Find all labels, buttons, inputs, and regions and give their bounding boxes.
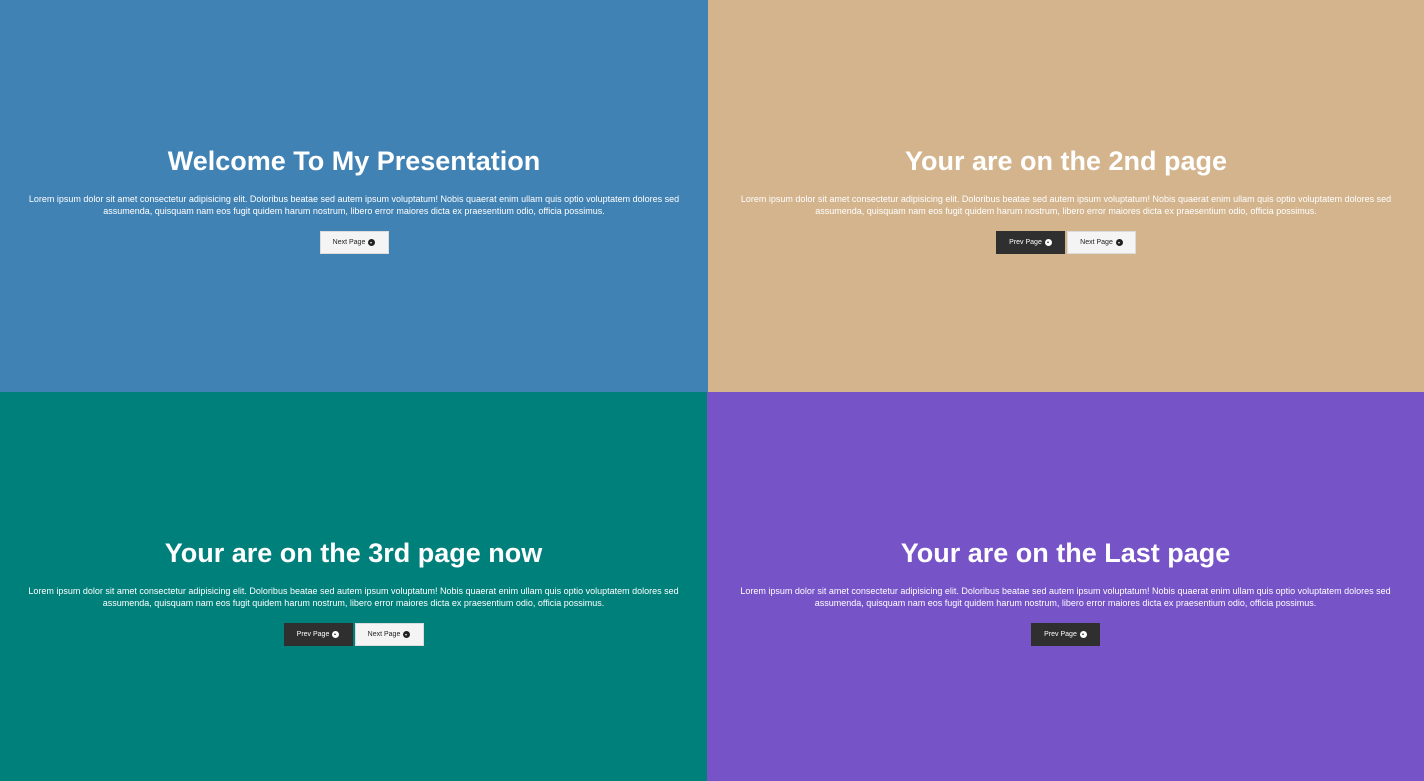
page-3-text: Lorem ipsum dolor sit amet consectetur a… <box>28 586 679 608</box>
page-3-nav: Prev Page Next Page <box>18 623 689 646</box>
next-page-label: Next Page <box>1080 239 1113 246</box>
page-4-title: Your are on the Last page <box>900 538 1231 568</box>
page-1-title: Welcome To My Presentation <box>167 146 541 176</box>
next-page-button[interactable]: Next Page <box>1067 231 1136 254</box>
page-2-content: Your are on the 2nd page Lorem ipsum dol… <box>708 144 1424 254</box>
page-3-title: Your are on the 3rd page now <box>164 538 543 568</box>
presentation-grid: Welcome To My Presentation Lorem ipsum d… <box>0 0 1424 781</box>
prev-page-label: Prev Page <box>1009 239 1042 246</box>
next-page-label: Next Page <box>367 631 401 638</box>
prev-page-label: Prev Page <box>296 631 330 638</box>
page-4-text: Lorem ipsum dolor sit amet consectetur a… <box>740 586 1391 608</box>
prev-page-label: Prev Page <box>1044 631 1077 638</box>
page-4-content: Your are on the Last page Lorem ipsum do… <box>707 536 1424 646</box>
page-4-section: Your are on the Last page Lorem ipsum do… <box>707 392 1424 781</box>
page-1-nav: Next Page <box>18 231 690 254</box>
page-1-content: Welcome To My Presentation Lorem ipsum d… <box>0 144 708 254</box>
page-2-section: Your are on the 2nd page Lorem ipsum dol… <box>708 0 1424 392</box>
arrow-circle-up-icon <box>332 631 340 638</box>
page-2-title: Your are on the 2nd page <box>904 146 1228 176</box>
next-page-button[interactable]: Next Page <box>354 623 424 646</box>
next-page-label: Next Page <box>332 239 366 246</box>
page-1-text: Lorem ipsum dolor sit amet consectetur a… <box>28 194 680 216</box>
arrow-circle-down-icon <box>368 239 376 246</box>
prev-page-button[interactable]: Prev Page <box>1031 623 1100 646</box>
prev-page-button[interactable]: Prev Page <box>996 231 1065 254</box>
page-1-section: Welcome To My Presentation Lorem ipsum d… <box>0 0 708 392</box>
page-2-text: Lorem ipsum dolor sit amet consectetur a… <box>740 194 1392 216</box>
page-3-section: Your are on the 3rd page now Lorem ipsum… <box>0 392 707 781</box>
page-4-nav: Prev Page <box>725 623 1406 646</box>
arrow-circle-up-icon <box>1044 239 1052 246</box>
next-page-button[interactable]: Next Page <box>319 231 389 254</box>
arrow-circle-up-icon <box>1079 631 1087 638</box>
arrow-circle-down-icon <box>1115 239 1123 246</box>
page-3-content: Your are on the 3rd page now Lorem ipsum… <box>0 536 707 646</box>
page-2-nav: Prev Page Next Page <box>726 231 1406 254</box>
arrow-circle-down-icon <box>403 631 411 638</box>
prev-page-button[interactable]: Prev Page <box>283 623 353 646</box>
